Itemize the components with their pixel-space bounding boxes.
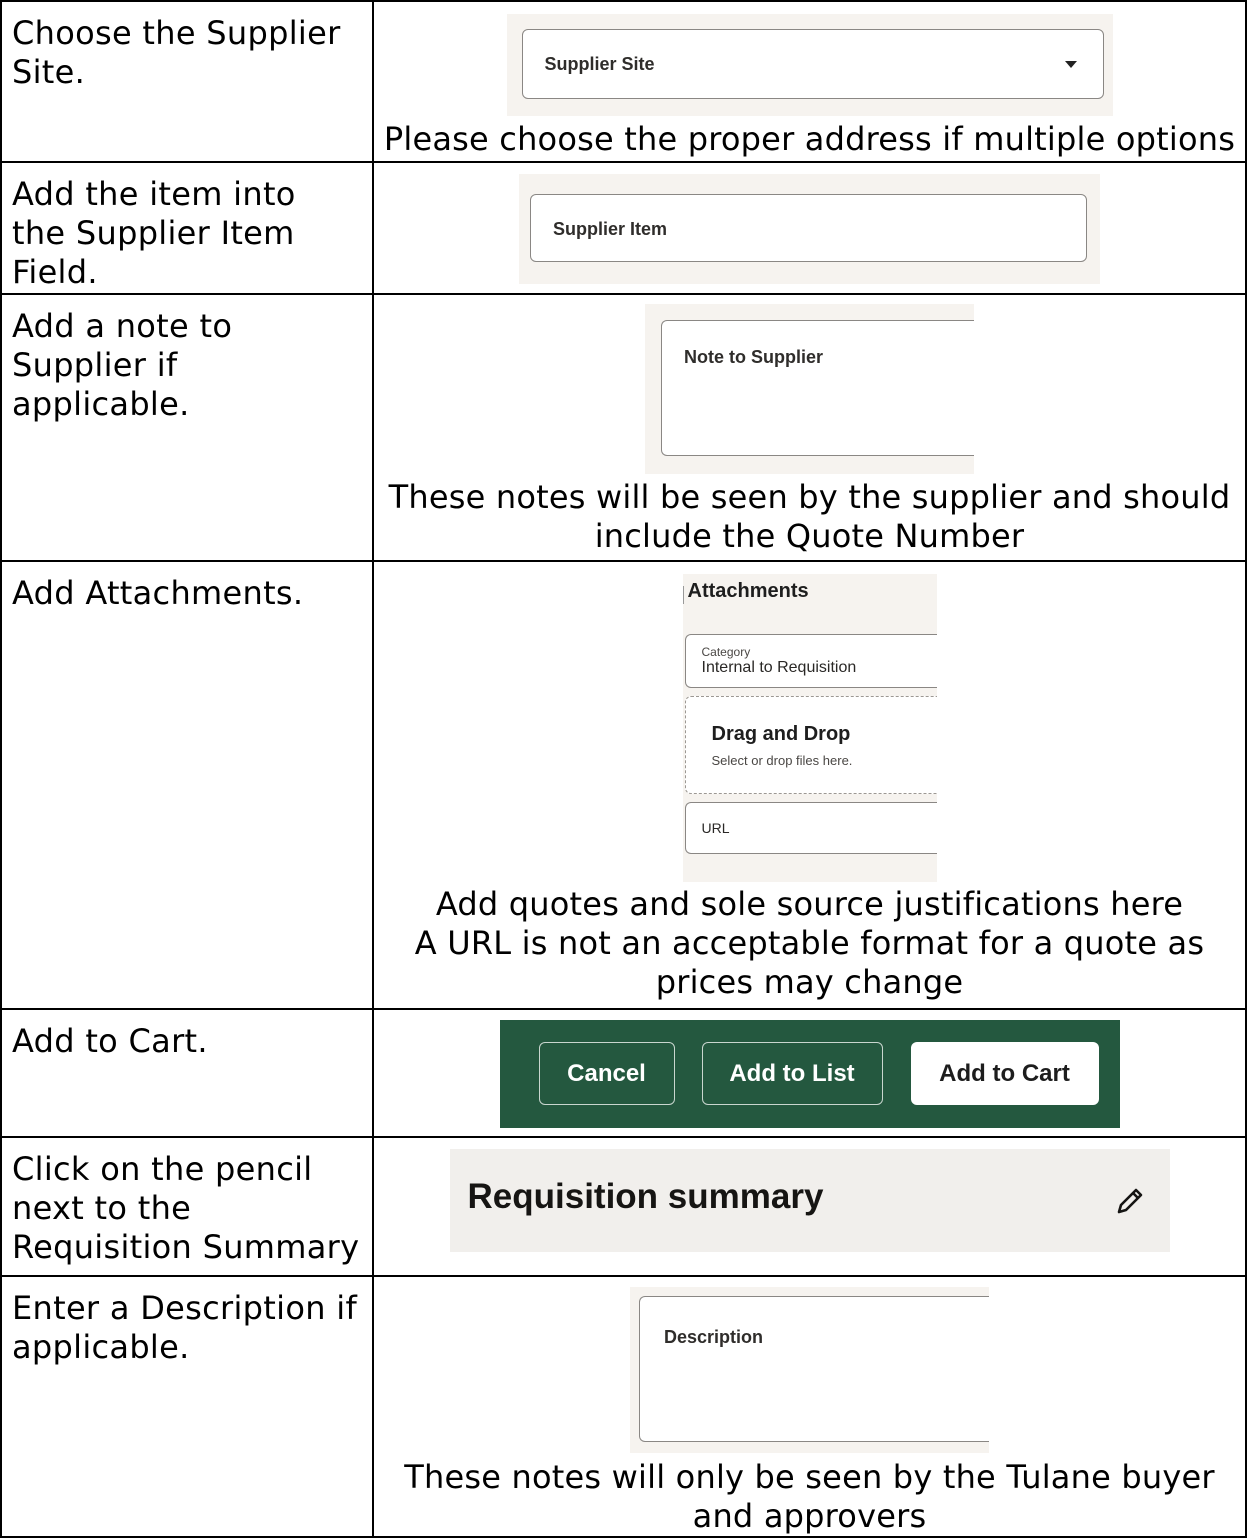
requisition-summary-screenshot: Requisition summary [449,1149,1170,1252]
chevron-down-icon [1064,61,1077,68]
instructions-table: Choose the Supplier Site. Supplier Site … [0,0,1247,1538]
step-instruction: Add a note to Supplier if applicable. [12,307,233,423]
step-note: These notes will only be seen by the Tul… [404,1458,1215,1535]
url-label: URL [701,820,730,836]
step-row-requisition-summary: Click on the pencil next to the Requisit… [0,1136,1247,1277]
step-instruction: Add to Cart. [12,1022,208,1060]
drag-and-drop-hint: Select or drop files here. [711,753,853,768]
step-note-line-1: Add quotes and sole source justification… [435,885,1184,923]
step-instruction: Choose the Supplier Site. [12,14,341,91]
step-note: These notes will be seen by the supplier… [388,478,1231,555]
category-label: Category [701,645,751,659]
note-to-supplier-textarea[interactable]: Note to Supplier [661,320,974,456]
pencil-icon[interactable] [1112,1183,1148,1219]
supplier-site-label: Supplier Site [544,54,655,74]
supplier-site-dropdown[interactable]: Supplier Site [521,29,1104,99]
description-label: Description [664,1327,764,1347]
note-to-supplier-label: Note to Supplier [684,347,823,367]
description-screenshot: Description [630,1287,989,1453]
description-textarea[interactable]: Description [639,1296,989,1442]
add-to-cart-button[interactable]: Add to Cart [910,1042,1099,1105]
note-to-supplier-screenshot: Note to Supplier [645,304,974,474]
supplier-site-screenshot: Supplier Site [506,14,1113,116]
step-instruction: Add Attachments. [12,574,304,612]
add-to-list-button[interactable]: Add to List [701,1042,883,1105]
cancel-button[interactable]: Cancel [538,1042,675,1105]
requisition-summary-heading: Requisition summary [467,1177,824,1216]
action-button-bar: Cancel Add to List Add to Cart [499,1020,1120,1128]
step-row-description: Enter a Description if applicable. Descr… [0,1275,1247,1538]
step-instruction: Add the item into the Supplier Item Fiel… [12,175,296,291]
attachments-heading: Attachments [687,580,809,602]
drag-and-drop-zone[interactable]: Drag and Drop Select or drop files here. [684,696,937,794]
category-select[interactable]: Category Internal to Requisition [684,634,937,688]
url-input[interactable]: URL [684,802,937,854]
step-note: Please choose the proper address if mult… [383,120,1236,158]
drag-and-drop-title: Drag and Drop [711,723,851,745]
step-instruction: Click on the pencil next to the Requisit… [12,1150,360,1266]
step-row-supplier-site: Choose the Supplier Site. Supplier Site … [0,0,1247,163]
step-row-add-to-cart: Add to Cart. Cancel Add to List Add to C… [0,1008,1247,1138]
supplier-item-input[interactable]: Supplier Item [530,194,1087,262]
category-value: Internal to Requisition [701,659,857,676]
step-note-line-2: A URL is not an acceptable format for a … [414,924,1205,1001]
step-instruction: Enter a Description if applicable. [12,1289,358,1366]
step-row-attachments: Add Attachments. Attachments Category In… [0,560,1247,1010]
step-row-note-to-supplier: Add a note to Supplier if applicable. No… [0,293,1247,562]
supplier-item-screenshot: Supplier Item [519,174,1100,284]
supplier-item-label: Supplier Item [553,219,668,239]
step-row-supplier-item: Add the item into the Supplier Item Fiel… [0,161,1247,295]
attachments-screenshot: Attachments Category Internal to Requisi… [682,574,937,882]
